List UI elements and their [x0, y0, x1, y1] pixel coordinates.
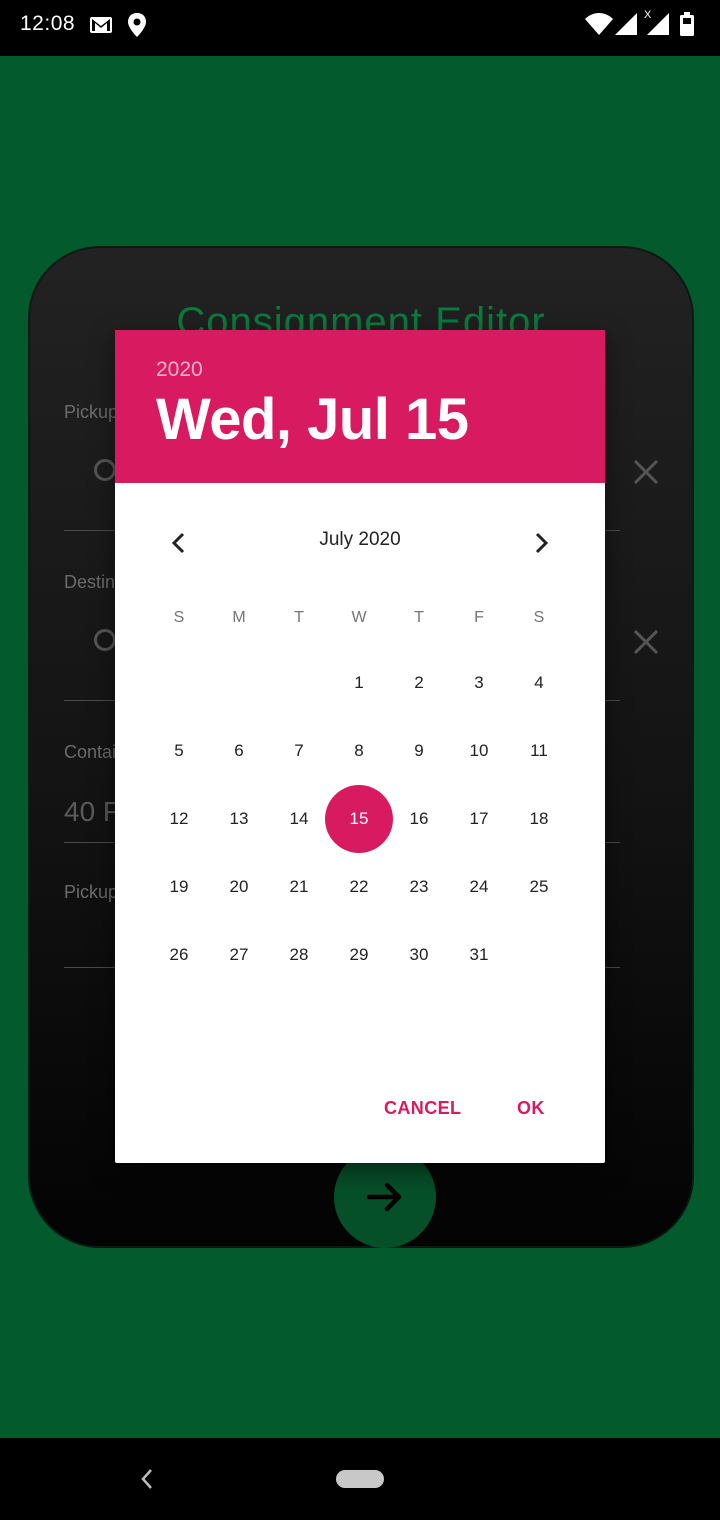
clear-destination-icon[interactable] [632, 628, 660, 656]
destination-radio[interactable] [94, 629, 116, 651]
status-time: 12:08 [20, 12, 76, 35]
day-number: 1 [354, 673, 364, 692]
clear-pickup-icon[interactable] [632, 458, 660, 486]
wifi-icon [584, 12, 614, 41]
day-number: 3 [474, 673, 484, 692]
day-number: 5 [174, 741, 184, 760]
day-cell[interactable]: 4 [509, 649, 569, 717]
day-cell[interactable]: 1 [329, 649, 389, 717]
day-number: 25 [529, 877, 549, 896]
day-cell[interactable]: 30 [389, 921, 449, 989]
battery-icon [680, 12, 694, 41]
day-number: 12 [169, 809, 189, 828]
day-cell[interactable]: 8 [329, 717, 389, 785]
location-icon [127, 12, 147, 43]
day-cell[interactable]: 16 [389, 785, 449, 853]
day-number: 11 [530, 741, 548, 760]
day-cell[interactable]: 5 [149, 717, 209, 785]
status-bar: 12:08 X [0, 0, 720, 56]
day-cell[interactable]: 26 [149, 921, 209, 989]
signal-icon [614, 12, 638, 41]
day-number: 9 [414, 741, 424, 760]
date-picker-dialog: 2020 Wed, Jul 15 July 2020 S M T W T F S… [115, 330, 605, 1163]
day-number: 26 [169, 945, 189, 964]
day-cell[interactable]: 17 [449, 785, 509, 853]
day-cell[interactable]: 10 [449, 717, 509, 785]
pickup-label: Pickup [64, 402, 119, 422]
day-cell[interactable]: 13 [209, 785, 269, 853]
destination-label: Destin [64, 572, 116, 592]
home-pill-button[interactable] [336, 1470, 384, 1488]
day-number: 6 [234, 741, 244, 760]
day-number: 18 [529, 809, 549, 828]
day-number: 29 [349, 945, 369, 964]
day-cell[interactable]: 20 [209, 853, 269, 921]
cancel-button[interactable]: CANCEL [384, 1098, 461, 1119]
day-cell[interactable]: 24 [449, 853, 509, 921]
pickup-date-label: Pickup [64, 882, 119, 902]
container-value[interactable]: 40 F [64, 796, 120, 828]
day-cell[interactable]: 11 [509, 717, 569, 785]
day-cell[interactable]: 14 [269, 785, 329, 853]
day-number: 22 [349, 877, 369, 896]
day-cell[interactable]: 7 [269, 717, 329, 785]
day-number: 16 [409, 809, 429, 828]
day-cell[interactable]: 27 [209, 921, 269, 989]
day-number: 28 [289, 945, 309, 964]
day-number: 15 [349, 809, 369, 828]
day-cell[interactable]: 6 [209, 717, 269, 785]
day-number: 27 [229, 945, 249, 964]
day-cell[interactable]: 28 [269, 921, 329, 989]
svg-text:X: X [644, 9, 652, 21]
day-number: 17 [469, 809, 489, 828]
selected-day-cell[interactable]: 15 [325, 785, 393, 853]
day-number: 10 [469, 741, 489, 760]
day-cell[interactable]: 29 [329, 921, 389, 989]
day-cell[interactable]: 31 [449, 921, 509, 989]
ok-button[interactable]: OK [517, 1098, 545, 1119]
day-cell[interactable]: 21 [269, 853, 329, 921]
calendar-days-grid: 1 2 3 4 5 6 7 8 9 10 11 12 13 14 15 16 17 18 19 20 21 22 23 24 2… [115, 330, 605, 1163]
day-number: 20 [229, 877, 249, 896]
day-number: 21 [289, 877, 309, 896]
day-number: 8 [354, 741, 364, 760]
day-number: 13 [229, 809, 249, 828]
day-number: 2 [414, 673, 424, 692]
day-cell[interactable]: 22 [329, 853, 389, 921]
day-number: 24 [469, 877, 489, 896]
day-number: 31 [469, 945, 489, 964]
day-number: 4 [534, 673, 544, 692]
day-cell[interactable]: 25 [509, 853, 569, 921]
pickup-radio[interactable] [94, 459, 116, 481]
day-number: 14 [289, 809, 309, 828]
arrow-right-icon [366, 1182, 402, 1212]
day-number: 19 [169, 877, 189, 896]
day-cell[interactable]: 19 [149, 853, 209, 921]
day-cell[interactable]: 23 [389, 853, 449, 921]
day-number: 23 [409, 877, 429, 896]
day-number: 7 [294, 741, 304, 760]
day-cell[interactable]: 12 [149, 785, 209, 853]
day-cell[interactable]: 9 [389, 717, 449, 785]
system-nav-bar [0, 1438, 720, 1520]
day-cell[interactable]: 18 [509, 785, 569, 853]
day-number: 30 [409, 945, 429, 964]
signal-no-data-icon: X [644, 8, 670, 41]
back-icon[interactable] [137, 1466, 157, 1497]
day-cell[interactable]: 2 [389, 649, 449, 717]
day-cell[interactable]: 3 [449, 649, 509, 717]
gmail-icon [89, 15, 113, 40]
container-label: Contai [64, 742, 117, 762]
